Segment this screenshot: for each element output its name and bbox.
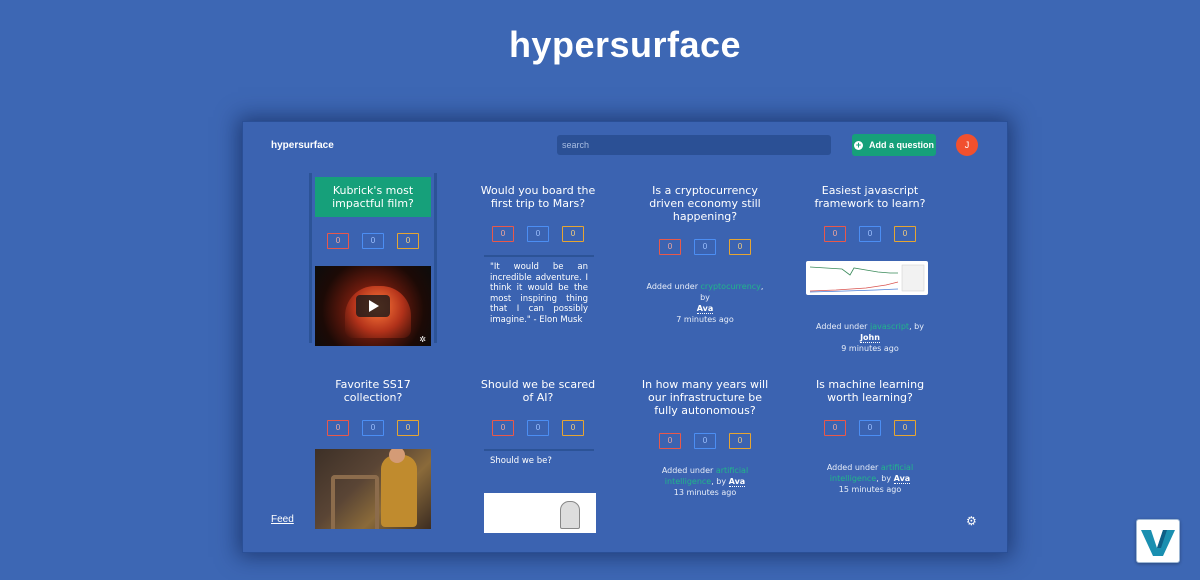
search-input[interactable] (557, 135, 831, 155)
vote-button-gold[interactable]: 0 (894, 420, 916, 436)
card-title[interactable]: Kubrick's most impactful film? (315, 177, 431, 217)
card-title[interactable]: Should we be scared of AI? (474, 378, 602, 404)
vote-button-red[interactable]: 0 (327, 420, 349, 436)
topic-tag[interactable]: javascript (870, 322, 909, 331)
vote-button-red[interactable]: 0 (327, 233, 349, 249)
question-card[interactable]: In how many years will our infrastructur… (641, 378, 769, 498)
vote-button-blue[interactable]: 0 (694, 433, 716, 449)
photo-chair (331, 475, 379, 529)
vote-group: 0 0 0 (806, 226, 934, 242)
timestamp: 15 minutes ago (838, 485, 902, 494)
chart-thumbnail-graphic (809, 264, 925, 293)
plus-icon: + (854, 139, 863, 150)
added-under-text: Added under (816, 322, 868, 331)
add-question-label: Add a question (869, 140, 934, 150)
vote-button-gold[interactable]: 0 (562, 226, 584, 242)
vote-button-red[interactable]: 0 (824, 226, 846, 242)
settings-icon: ✲ (419, 335, 426, 344)
vote-group: 0 0 0 (309, 420, 437, 436)
card-meta: Added under artificial intelligence, by … (806, 462, 934, 495)
chart-thumbnail[interactable] (806, 261, 928, 295)
card-title[interactable]: In how many years will our infrastructur… (641, 378, 769, 417)
by-text: , by (909, 322, 924, 331)
vote-button-red[interactable]: 0 (659, 239, 681, 255)
collection-photo[interactable] (315, 449, 431, 529)
card-border-right (434, 173, 437, 343)
vote-button-blue[interactable]: 0 (859, 420, 881, 436)
page-title: hypersurface (508, 24, 742, 65)
vote-button-red[interactable]: 0 (824, 420, 846, 436)
question-card[interactable]: Should we be scared of AI? 0 0 0 Should … (474, 378, 602, 533)
vote-button-gold[interactable]: 0 (894, 226, 916, 242)
question-card[interactable]: Is machine learning worth learning? 0 0 … (806, 378, 934, 495)
card-title[interactable]: Easiest javascript framework to learn? (806, 184, 934, 210)
vote-group: 0 0 0 (309, 233, 437, 249)
card-title[interactable]: Would you board the first trip to Mars? (474, 184, 602, 210)
vote-button-blue[interactable]: 0 (527, 420, 549, 436)
add-question-button[interactable]: + Add a question (852, 134, 936, 156)
vote-button-gold[interactable]: 0 (397, 420, 419, 436)
vote-group: 0 0 0 (474, 226, 602, 242)
vote-button-red[interactable]: 0 (492, 226, 514, 242)
author-link[interactable]: Ava (728, 477, 746, 487)
watermark-logo (1136, 519, 1180, 563)
timestamp: 9 minutes ago (841, 344, 899, 353)
timestamp: 13 minutes ago (673, 488, 737, 497)
card-title[interactable]: Favorite SS17 collection? (309, 378, 437, 404)
card-image[interactable] (484, 492, 596, 533)
vote-button-gold[interactable]: 0 (562, 420, 584, 436)
added-under-text: Added under (826, 463, 879, 472)
question-card[interactable]: Kubrick's most impactful film? 0 0 0 ✲ (309, 173, 437, 346)
vote-button-gold[interactable]: 0 (729, 433, 751, 449)
vote-button-blue[interactable]: 0 (362, 233, 384, 249)
card-border-left (309, 173, 312, 343)
vote-button-blue[interactable]: 0 (527, 226, 549, 242)
play-icon[interactable] (356, 295, 390, 317)
vote-group: 0 0 0 (474, 420, 602, 436)
video-thumbnail[interactable]: ✲ (315, 266, 431, 346)
vote-button-blue[interactable]: 0 (694, 239, 716, 255)
question-card[interactable]: Would you board the first trip to Mars? … (474, 184, 602, 325)
question-card[interactable]: Is a cryptocurrency driven economy still… (641, 184, 769, 325)
vote-button-red[interactable]: 0 (492, 420, 514, 436)
photo-figure (381, 455, 417, 527)
card-title[interactable]: Is a cryptocurrency driven economy still… (641, 184, 769, 223)
card-quote: "It would be an incredible adventure. I … (484, 255, 594, 325)
vote-group: 0 0 0 (641, 239, 769, 255)
question-card[interactable]: Easiest javascript framework to learn? 0… (806, 184, 934, 354)
vote-button-gold[interactable]: 0 (397, 233, 419, 249)
card-title[interactable]: Is machine learning worth learning? (806, 378, 934, 404)
author-link[interactable]: John (860, 333, 880, 343)
feed-link[interactable]: Feed (271, 514, 294, 525)
brand-logo[interactable]: hypersurface (271, 140, 334, 151)
gear-icon[interactable]: ⚙ (966, 514, 977, 528)
card-quote: Should we be? (484, 449, 594, 467)
card-meta: Added under artificial intelligence, by … (641, 465, 769, 498)
topic-tag[interactable]: cryptocurrency (701, 282, 761, 291)
vote-button-gold[interactable]: 0 (729, 239, 751, 255)
watermark-logo-graphic (1141, 530, 1175, 556)
author-link[interactable]: Ava (696, 304, 714, 314)
vote-button-blue[interactable]: 0 (859, 226, 881, 242)
added-under-text: Added under (661, 466, 714, 475)
image-sketch (560, 500, 580, 529)
card-meta: Added under javascript, by John 9 minute… (806, 321, 934, 354)
vote-group: 0 0 0 (641, 433, 769, 449)
timestamp: 7 minutes ago (676, 315, 734, 324)
avatar[interactable]: J (956, 134, 978, 156)
author-link[interactable]: Ava (893, 474, 911, 484)
card-meta: Added under cryptocurrency, by Ava 7 min… (641, 281, 769, 325)
added-under-text: Added under (646, 282, 698, 291)
vote-button-blue[interactable]: 0 (362, 420, 384, 436)
vote-group: 0 0 0 (806, 420, 934, 436)
vote-button-red[interactable]: 0 (659, 433, 681, 449)
question-card[interactable]: Favorite SS17 collection? 0 0 0 (309, 378, 437, 529)
by-text: , by (876, 474, 892, 483)
app-window: hypersurface + Add a question J Kubrick'… (242, 121, 1008, 553)
by-text: , by (711, 477, 727, 486)
